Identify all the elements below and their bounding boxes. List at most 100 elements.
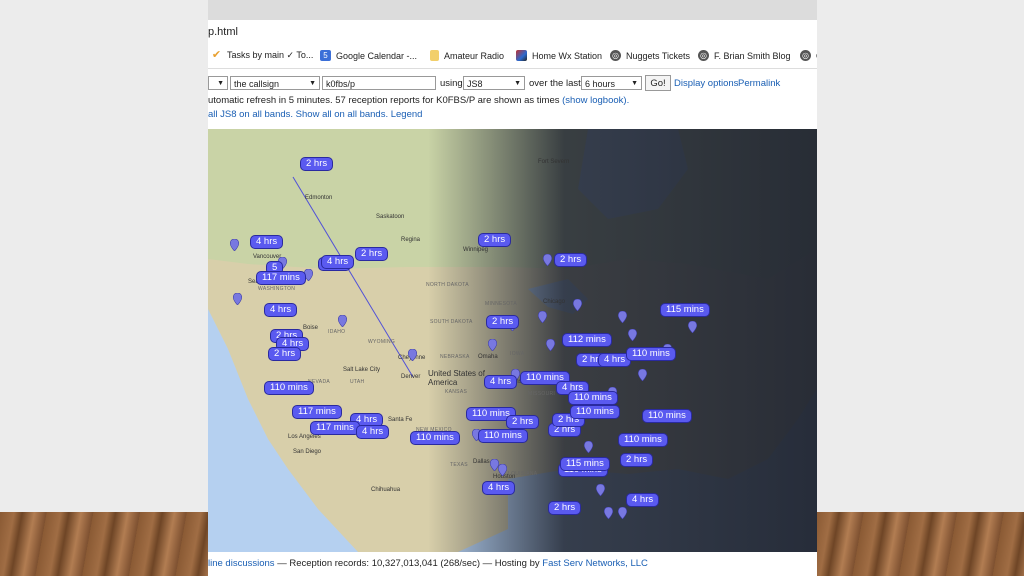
status-line: utomatic refresh in 5 minutes. 57 recept…	[208, 95, 630, 106]
map-pin-icon[interactable]	[538, 311, 547, 323]
reception-report-label[interactable]: 2 hrs	[268, 347, 302, 361]
filter-links: all JS8 on all bands. Show all on all ba…	[208, 109, 422, 120]
state-label: KANSAS	[445, 389, 468, 395]
reception-report-label[interactable]: 110 mins	[410, 431, 460, 445]
city-label: Regina	[401, 237, 421, 243]
state-label: MISSOURI	[528, 391, 556, 397]
map-pin-icon[interactable]	[338, 315, 347, 327]
reception-report-label[interactable]: 4 hrs	[264, 303, 298, 317]
map-pin-icon[interactable]	[233, 293, 242, 305]
bookmark-tasks[interactable]: ✔ Tasks by main ✓ To...	[211, 50, 314, 61]
band-mode-select[interactable]: JS8 ▼	[463, 76, 525, 90]
mode-select[interactable]: ▼	[208, 76, 228, 90]
city-label: Dallas	[473, 459, 490, 465]
chevron-down-icon: ▼	[514, 80, 521, 87]
map-pin-icon[interactable]	[688, 321, 697, 333]
reception-report-label[interactable]: 4 hrs	[321, 255, 355, 269]
globe-icon: ◎	[610, 50, 621, 61]
reception-report-label[interactable]: 4 hrs	[626, 493, 660, 507]
state-label: UTAH	[350, 379, 365, 385]
reception-report-label[interactable]: 117 mins	[256, 271, 306, 285]
map-pin-icon[interactable]	[488, 339, 497, 351]
map-pin-icon[interactable]	[230, 239, 239, 251]
reception-report-label[interactable]: 2 hrs	[355, 247, 389, 261]
state-label: SOUTH DAKOTA	[430, 319, 473, 325]
reception-report-label[interactable]: 117 mins	[310, 421, 360, 435]
city-label: Winnipeg	[463, 247, 489, 253]
reception-report-label[interactable]: 112 mins	[562, 333, 612, 347]
globe-icon: ◎	[698, 50, 709, 61]
reception-report-label[interactable]: 2 hrs	[548, 501, 582, 515]
show-logbook-link[interactable]: (show logbook).	[562, 95, 629, 106]
reception-report-label[interactable]: 2 hrs	[300, 157, 334, 171]
legend-link[interactable]: Legend	[391, 109, 423, 120]
map-pin-icon[interactable]	[498, 464, 507, 476]
address-bar[interactable]: p.html	[208, 20, 817, 44]
state-label: IOWA	[510, 351, 525, 357]
reception-report-label[interactable]: 110 mins	[568, 391, 618, 405]
bookmark-brian-smith-blog[interactable]: ◎ F. Brian Smith Blog	[698, 50, 791, 61]
city-label: San Diego	[293, 449, 322, 455]
slide-background-right	[817, 0, 1024, 576]
reception-report-label[interactable]: 2 hrs	[486, 315, 520, 329]
map-pin-icon[interactable]	[543, 254, 552, 266]
map-pin-icon[interactable]	[628, 329, 637, 341]
reception-report-label[interactable]: 117 mins	[292, 405, 342, 419]
map-pin-icon[interactable]	[546, 339, 555, 351]
city-label: Denver	[401, 374, 421, 380]
reception-map[interactable]: Edmonton Saskatoon Regina Winnipeg Vancouver…	[208, 129, 817, 552]
reception-report-label[interactable]: 110 mins	[478, 429, 528, 443]
reception-report-label[interactable]: 2 hrs	[478, 233, 512, 247]
city-label: Fort Severn	[538, 159, 570, 165]
reception-report-label[interactable]: 4 hrs	[356, 425, 390, 439]
reception-report-label[interactable]: 110 mins	[626, 347, 676, 361]
map-pin-icon[interactable]	[584, 441, 593, 453]
city-label: Salt Lake City	[343, 367, 381, 373]
map-pin-icon[interactable]	[638, 369, 647, 381]
bookmark-home-wx[interactable]: Home Wx Station	[516, 50, 602, 61]
map-pin-icon[interactable]	[618, 311, 627, 323]
city-label: Omaha	[478, 354, 498, 360]
bookmark-amateur-radio[interactable]: Amateur Radio	[430, 50, 504, 61]
globe-icon: ◎	[800, 50, 811, 61]
state-label: WYOMING	[368, 339, 396, 345]
map-pin-icon[interactable]	[596, 484, 605, 496]
state-label: NORTH DAKOTA	[426, 282, 469, 288]
country-label: United States of America	[428, 369, 485, 387]
state-label: LOUISIANA	[508, 471, 538, 477]
chevron-down-icon: ▼	[309, 80, 316, 87]
show-all-link[interactable]: Show all on all bands.	[296, 109, 388, 120]
reception-report-label[interactable]: 2 hrs	[506, 415, 540, 429]
reception-report-label[interactable]: 2 hrs	[554, 253, 588, 267]
reception-report-label[interactable]: 110 mins	[642, 409, 692, 423]
all-js8-link[interactable]: all JS8 on all bands.	[208, 109, 293, 120]
period-select[interactable]: 6 hours ▼	[581, 76, 642, 90]
reception-report-label[interactable]: 4 hrs	[482, 481, 516, 495]
map-pin-icon[interactable]	[573, 299, 582, 311]
bookmark-nuggets[interactable]: ◎ Nuggets Tickets	[610, 50, 690, 61]
map-pin-icon[interactable]	[618, 507, 627, 519]
bookmark-google-calendar[interactable]: 5 Google Calendar -...	[320, 50, 417, 61]
chevron-down-icon: ▼	[631, 80, 638, 87]
state-label: WASHINGTON	[258, 286, 296, 292]
reception-report-label[interactable]: 2 hrs	[620, 453, 654, 467]
reception-report-label[interactable]: 4 hrs	[484, 375, 518, 389]
reception-report-label[interactable]: 110 mins	[264, 381, 314, 395]
reception-report-label[interactable]: 4 hrs	[250, 235, 284, 249]
over-the-last-label: over the last	[529, 78, 581, 89]
map-pin-icon[interactable]	[408, 349, 417, 361]
reception-report-label[interactable]: 110 mins	[570, 405, 620, 419]
callsign-input[interactable]: k0fbs/p	[322, 76, 436, 90]
reception-report-label[interactable]: 110 mins	[618, 433, 668, 447]
reception-report-label[interactable]: 115 mins	[560, 457, 610, 471]
sender-select[interactable]: the callsign ▼	[230, 76, 320, 90]
display-options-link[interactable]: Display options	[674, 78, 738, 89]
discussions-link[interactable]: line discussions	[208, 558, 275, 569]
hosting-link[interactable]: Fast Serv Networks, LLC	[542, 558, 648, 569]
map-pin-icon[interactable]	[604, 507, 613, 519]
reception-report-label[interactable]: 115 mins	[660, 303, 710, 317]
bookmark-overflow[interactable]: ◎G	[800, 50, 817, 61]
permalink-link[interactable]: Permalink	[738, 78, 780, 89]
go-button[interactable]: Go!	[645, 75, 671, 91]
city-label: Chicago	[543, 299, 566, 305]
